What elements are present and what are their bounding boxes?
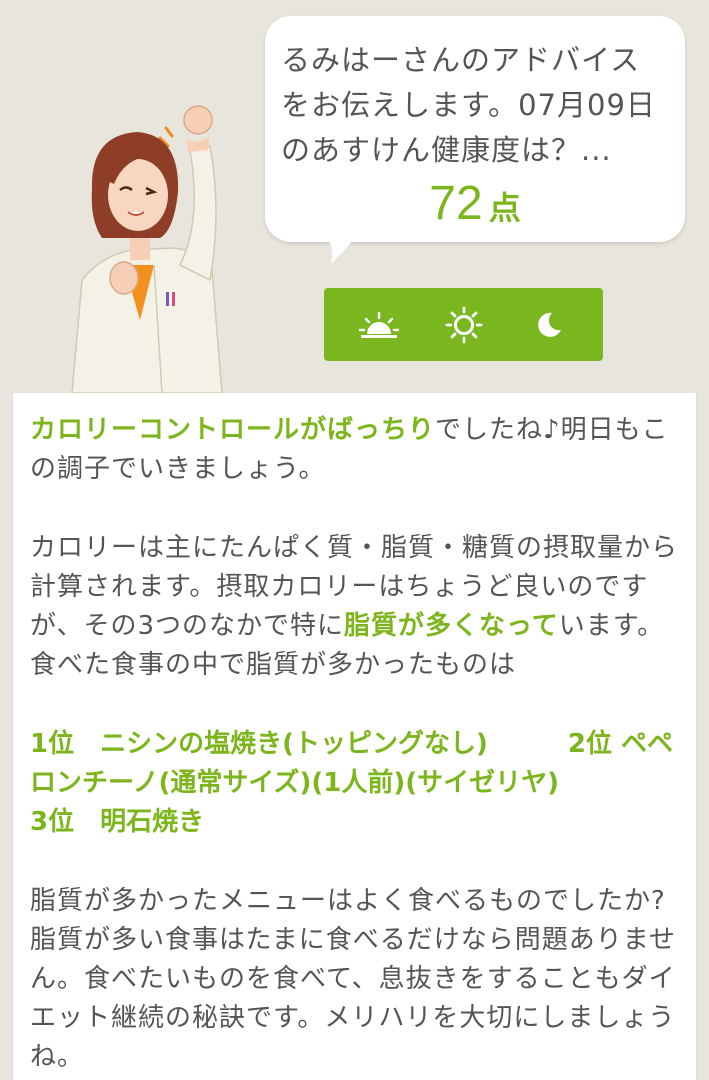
health-score: 72 点 xyxy=(265,176,685,231)
fat-ranking-list: 1位 ニシンの塩焼き(トッピングなし) 2位 ペペロンチーノ(通常サイズ)(1人前)… xyxy=(30,725,678,842)
calorie-praise-highlight: カロリーコントロールがばっちり xyxy=(30,415,436,445)
sunrise-icon xyxy=(358,311,399,338)
meal-time-selector xyxy=(324,288,603,361)
rank-label: 3位 xyxy=(30,807,75,837)
morning-button[interactable] xyxy=(349,300,409,350)
rank-label: 2位 xyxy=(567,729,612,759)
fat-advice-paragraph: 脂質が多かったメニューはよく食べるものでしたか?脂質が多い食事はたまに食べるだけ… xyxy=(30,886,676,1072)
advice-content-card: カロリーコントロールがばっちりでしたね♪明日もこの調子でいきましょう。 カロリー… xyxy=(12,393,697,1080)
rank-food-name: ニシンの塩焼き(トッピングなし) xyxy=(100,729,488,759)
night-button[interactable] xyxy=(519,300,579,350)
ranking-item-3: 3位 明石焼き xyxy=(30,807,204,837)
sun-icon xyxy=(445,306,482,343)
fat-explanation-paragraph: カロリーは主にたんぱく質・脂質・糖質の摂取量から計算されます。摂取カロリーはちょ… xyxy=(30,529,678,685)
advisor-character-illustration xyxy=(71,105,223,393)
advice-header: るみはーさんのアドバイス をお伝えします。07月09日 のあすけん健康度は？..… xyxy=(12,0,709,393)
noon-button[interactable] xyxy=(434,300,494,350)
advice-intro-text: るみはーさんのアドバイス をお伝えします。07月09日 のあすけん健康度は？..… xyxy=(281,43,656,167)
speech-bubble-tail xyxy=(327,236,357,264)
fat-explanation-highlight: 脂質が多くなって xyxy=(344,611,559,641)
advice-speech-bubble: るみはーさんのアドバイス をお伝えします。07月09日 のあすけん健康度は？..… xyxy=(265,16,685,242)
calorie-praise-paragraph: カロリーコントロールがばっちりでしたね♪明日もこの調子でいきましょう。 xyxy=(30,411,678,489)
rank-food-name: 明石焼き xyxy=(100,807,205,837)
ranking-item-1: 1位 ニシンの塩焼き(トッピングなし) xyxy=(30,729,488,759)
moon-icon xyxy=(537,312,561,337)
health-score-value: 72 xyxy=(429,177,483,230)
rank-label: 1位 xyxy=(30,729,75,759)
health-score-unit: 点 xyxy=(488,189,521,227)
